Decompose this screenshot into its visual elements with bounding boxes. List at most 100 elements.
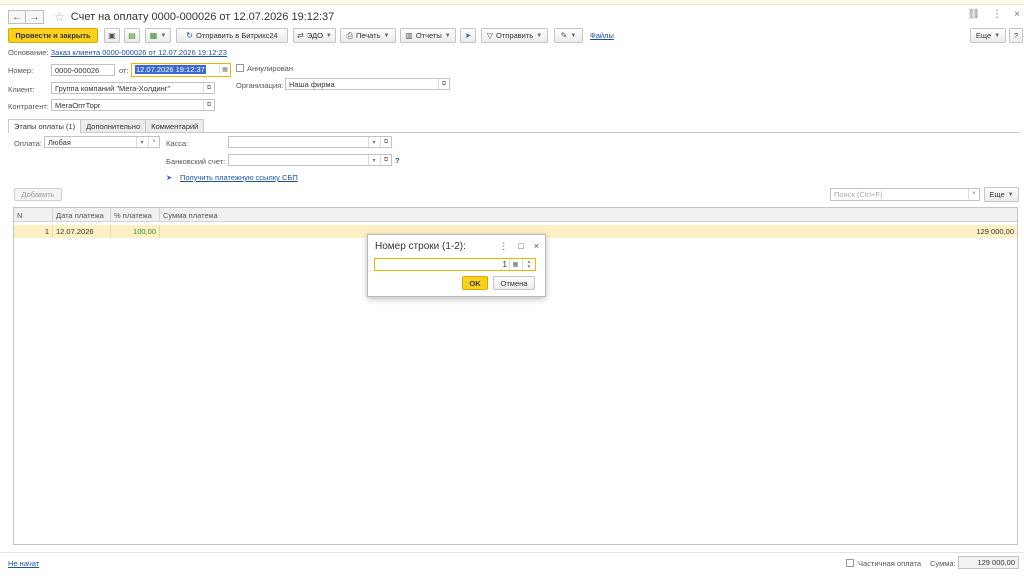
more-menu-icon[interactable]: ⋮	[992, 9, 1002, 20]
status-link[interactable]: Не начат	[8, 559, 39, 568]
calculator-icon[interactable]: ▦	[509, 259, 521, 270]
clear-icon[interactable]: ×	[148, 137, 159, 147]
organization-field[interactable]: Наша фирма ⧉	[285, 78, 450, 90]
cell-date: 12.07.2026	[53, 225, 111, 238]
client-field[interactable]: Группа компаний "Мега-Холдинг" ⧉	[51, 82, 215, 94]
more-menu-icon[interactable]: ⋮	[499, 241, 508, 252]
table-more-button[interactable]: Еще ▼	[984, 187, 1019, 202]
dropdown-arrow-icon[interactable]: ▾	[368, 155, 379, 165]
tab-bar: Этапы оплаты (1) Дополнительно Комментар…	[8, 119, 205, 133]
open-icon[interactable]: ⧉	[380, 137, 391, 147]
column-header-date[interactable]: Дата платежа	[53, 208, 111, 222]
dropdown-arrow-icon[interactable]: ▾	[368, 137, 379, 147]
edo-button[interactable]: ⇄ ЭДО ▼	[293, 28, 336, 43]
attachments-button[interactable]: ✎ ▼	[554, 28, 583, 43]
create-based-icon: ▦	[149, 31, 158, 40]
from-label: от:	[119, 66, 129, 75]
annulled-checkbox[interactable]	[236, 64, 244, 72]
row-number-input[interactable]: 1 ▦ ▲ ▼	[374, 258, 536, 271]
tab-payment-stages[interactable]: Этапы оплаты (1)	[8, 119, 82, 133]
client-value: Группа компаний "Мега-Холдинг"	[55, 84, 171, 93]
sbp-icon: ➤	[166, 173, 173, 182]
chevron-down-icon: ▼	[1007, 191, 1014, 198]
back-button[interactable]: ←	[8, 10, 26, 24]
tab-additional[interactable]: Дополнительно	[80, 119, 147, 132]
forward-button[interactable]: →	[26, 10, 44, 24]
basis-row: Основание: Заказ клиента 0000-000026 от …	[8, 48, 227, 57]
basis-link[interactable]: Заказ клиента 0000-000026 от 12.07.2026 …	[51, 48, 227, 57]
number-label: Номер:	[8, 66, 34, 75]
arrow-right-icon: →	[29, 11, 40, 23]
open-icon[interactable]: ⧉	[438, 79, 449, 89]
column-header-n[interactable]: N	[14, 208, 53, 222]
add-row-button[interactable]: Добавить	[14, 188, 62, 201]
calendar-icon[interactable]: ▦	[219, 64, 230, 74]
more-button[interactable]: Еще ▼	[970, 28, 1006, 43]
post-button[interactable]: ▤	[124, 28, 140, 43]
cash-field[interactable]: ▾ ⧉	[228, 136, 392, 148]
column-header-percent[interactable]: % платежа	[111, 208, 160, 222]
arrow-left-icon: ←	[12, 11, 22, 23]
create-based-on-button[interactable]: ▦ ▼	[145, 28, 171, 43]
close-icon[interactable]: ×	[534, 241, 539, 252]
send-label: Отправить	[496, 31, 534, 40]
help-button[interactable]: ?	[1009, 28, 1023, 43]
counterparty-value: МегаОптТорг	[55, 101, 101, 110]
link-icon[interactable]: ⛓	[967, 9, 980, 20]
counterparty-field[interactable]: МегаОптТорг ⧉	[51, 99, 215, 111]
spinner[interactable]: ▲ ▼	[522, 259, 535, 270]
send-icon: ▽	[486, 31, 493, 40]
tab-comment[interactable]: Комментарий	[145, 119, 205, 132]
send-button[interactable]: ▽ Отправить ▼	[481, 28, 548, 43]
chevron-down-icon: ▼	[160, 32, 167, 39]
ok-button[interactable]: OK	[462, 276, 488, 290]
favorite-star-icon[interactable]: ☆	[54, 10, 65, 24]
open-icon[interactable]: ⧉	[203, 83, 214, 93]
table-header: N Дата платежа % платежа Сумма платежа	[14, 208, 1017, 222]
reports-button[interactable]: ▥ Отчеты ▼	[400, 28, 456, 43]
dialog-controls: ⋮ □ ×	[499, 241, 539, 252]
post-and-close-button[interactable]: Провести и закрыть	[8, 28, 98, 43]
partial-payment-label: Частичная оплата	[858, 559, 922, 568]
cell-n: 1	[14, 225, 53, 238]
search-placeholder: Поиск (Ctrl+F)	[834, 190, 883, 199]
send-bitrix-label: Отправить в Битрикс24	[195, 31, 278, 40]
bitrix-arrow-button[interactable]: ➤	[460, 28, 476, 43]
edo-icon: ⇄	[297, 31, 304, 40]
print-button[interactable]: ⎙ Печать ▼	[340, 28, 396, 43]
payment-type-field[interactable]: Любая ▾ ×	[44, 136, 160, 148]
save-icon: ▣	[108, 31, 116, 40]
basis-label: Основание:	[8, 48, 49, 57]
files-link[interactable]: Файлы	[590, 31, 614, 40]
cell-amount: 129 000,00	[976, 227, 1014, 236]
open-icon[interactable]: ⧉	[203, 100, 214, 110]
sbp-link[interactable]: Получить платежную ссылку СБП	[180, 173, 298, 182]
open-icon[interactable]: ⧉	[380, 155, 391, 165]
cell-percent: 100,00	[111, 225, 160, 238]
help-question-icon[interactable]: ?	[395, 156, 400, 165]
save-button[interactable]: ▣	[104, 28, 120, 43]
date-field[interactable]: 12.07.2026 19:12:37 ▦	[131, 63, 231, 77]
more-label: Еще	[975, 31, 992, 40]
payment-type-value: Любая	[48, 138, 71, 147]
spin-down-icon[interactable]: ▼	[527, 264, 532, 270]
send-bitrix-button[interactable]: ↻ Отправить в Битрикс24	[176, 28, 288, 43]
search-input[interactable]: Поиск (Ctrl+F) ×	[830, 188, 980, 201]
clear-search-icon[interactable]: ×	[968, 189, 979, 199]
close-icon[interactable]: ×	[1014, 9, 1020, 20]
chevron-down-icon: ▼	[444, 32, 451, 39]
maximize-icon[interactable]: □	[518, 241, 523, 252]
print-label: Печать	[355, 31, 381, 40]
organization-label: Организация:	[236, 81, 284, 90]
cancel-button[interactable]: Отмена	[493, 276, 535, 290]
annulled-label: Аннулирован	[247, 64, 293, 73]
edo-label: ЭДО	[306, 31, 323, 40]
number-field[interactable]: 0000-000026	[51, 64, 115, 76]
bank-account-field[interactable]: ▾ ⧉	[228, 154, 392, 166]
footer-divider	[0, 552, 1024, 553]
row-number-dialog: Номер строки (1-2): ⋮ □ × 1 ▦ ▲ ▼ OK Отме…	[367, 234, 546, 297]
partial-payment-checkbox[interactable]	[846, 559, 854, 567]
dialog-title: Номер строки (1-2):	[375, 241, 466, 252]
column-header-amount[interactable]: Сумма платежа	[160, 208, 1017, 222]
dropdown-arrow-icon[interactable]: ▾	[136, 137, 147, 147]
